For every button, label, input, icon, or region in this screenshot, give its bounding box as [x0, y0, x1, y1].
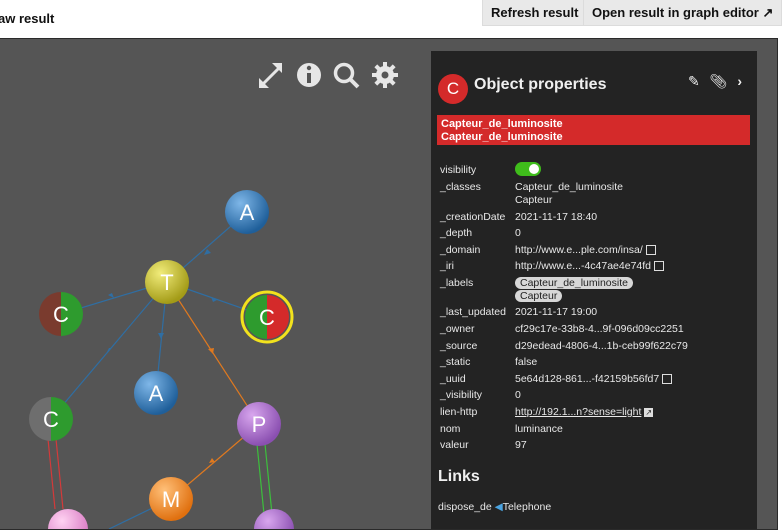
paperclip-icon[interactable]: 📎︎: [710, 73, 728, 89]
prop-val-depth: 0: [515, 227, 521, 239]
prop-val-labels-row-1: Capteur_de_luminosite: [515, 277, 633, 289]
prop-val-source: d29edead-4806-4...1b-ceb99f622c79: [515, 340, 688, 352]
prop-val-lien-http-row: http://192.1...n?sense=light ↗: [515, 406, 654, 418]
prop-val-classes: Capteur_de_luminosite: [515, 181, 623, 193]
link-key: dispose_de: [438, 501, 492, 513]
refresh-result-button[interactable]: Refresh result: [482, 0, 588, 26]
prop-key-valeur: valeur: [440, 439, 469, 451]
external-link-icon: ↗: [762, 5, 774, 20]
graph-node-a2[interactable]: A: [134, 371, 178, 415]
graph-svg: A T C C A C P M: [29, 62, 398, 529]
gear-icon[interactable]: [372, 62, 398, 88]
prop-val-classes-2: Capteur: [515, 194, 553, 206]
copy-icon[interactable]: [662, 374, 673, 385]
node-letter: A: [240, 200, 255, 225]
graph-node-p[interactable]: P: [237, 402, 281, 446]
prop-val-static: false: [515, 356, 538, 368]
search-icon[interactable]: [333, 62, 360, 89]
graph-node-a1[interactable]: A: [225, 190, 269, 234]
graph-node-t[interactable]: T: [145, 260, 189, 304]
prop-val-last-updated: 2021-11-17 19:00: [515, 306, 598, 318]
prop-key-depth: _depth: [440, 227, 473, 239]
edge-p-a: [256, 443, 265, 515]
prop-val-valeur: 97: [515, 439, 527, 451]
node-letter: C: [259, 305, 275, 330]
visibility-toggle[interactable]: [515, 162, 541, 176]
prop-val-nom: luminance: [515, 423, 563, 435]
node-letter: T: [160, 270, 173, 295]
prop-key-domain: _domain: [440, 244, 481, 256]
open-graph-editor-label: Open result in graph editor: [592, 5, 759, 20]
edge-c3-a: [47, 438, 56, 510]
fullscreen-icon[interactable]: [259, 63, 283, 88]
panel-title: Object properties: [474, 76, 607, 93]
prop-key-iri: _iri: [440, 260, 455, 272]
object-label-2: Capteur_de_luminosite: [441, 131, 563, 143]
prop-key-nom: nom: [440, 423, 461, 435]
arrowhead: [204, 249, 211, 255]
graph-node-partial-purple[interactable]: [254, 509, 294, 529]
prop-key-static: _static: [440, 356, 471, 368]
edge-c3-b: [55, 438, 64, 510]
copy-icon[interactable]: [654, 261, 665, 272]
graph-canvas[interactable]: A T C C A C P M: [0, 39, 430, 529]
object-label-banner: Capteur_de_luminosite Capteur_de_luminos…: [437, 115, 750, 145]
prop-val-uuid: 5e64d128-861...-f42159b56fd7: [515, 373, 660, 385]
arrowhead: [208, 348, 214, 354]
graph-node-m[interactable]: M: [149, 477, 193, 521]
prop-key-owner: _owner: [440, 323, 475, 335]
node-letter: P: [252, 412, 267, 437]
prop-key-lien-http: lien-http: [440, 406, 478, 418]
edit-icon[interactable]: ✎: [688, 73, 700, 89]
edge-p-b: [264, 443, 273, 515]
result-frame: A T C C A C P M C Object properties ✎ 📎︎…: [0, 38, 778, 530]
object-type-badge: C: [438, 74, 468, 104]
prop-val-domain: http://www.e...ple.com/insa/: [515, 244, 643, 256]
prop-val-owner: cf29c17e-33b8-4...9f-096d09cc2251: [515, 323, 684, 335]
prop-val-visibility-num: 0: [515, 389, 521, 401]
label-pill: Capteur_de_luminosite: [515, 277, 633, 289]
arrowhead: [158, 333, 164, 339]
graph-node-c2-selected[interactable]: C: [240, 290, 294, 344]
prop-val-labels-row-2: Capteur: [515, 290, 563, 302]
info-icon[interactable]: [297, 63, 321, 87]
graph-node-c1[interactable]: C: [39, 292, 83, 336]
prop-key-classes: _classes: [440, 181, 481, 193]
arrowhead: [108, 293, 114, 298]
node-letter: A: [149, 381, 164, 406]
object-label-1: Capteur_de_luminosite: [441, 118, 563, 130]
panel-actions: ✎ 📎︎ ›: [688, 73, 742, 90]
chevron-right-icon[interactable]: ›: [737, 73, 742, 89]
prop-key-visibility-num: _visibility: [440, 389, 483, 401]
arrow-left-icon: ◀: [494, 501, 503, 513]
prop-key-last-updated: _last_updated: [440, 306, 506, 318]
prop-val-uuid-row: 5e64d128-861...-f42159b56fd7: [515, 373, 673, 385]
node-letter: C: [53, 302, 69, 327]
prop-key-visibility: visibility: [440, 164, 477, 176]
object-properties-panel: C Object properties ✎ 📎︎ › Capteur_de_lu…: [431, 51, 757, 529]
node-letter: C: [43, 407, 59, 432]
lien-http-link[interactable]: http://192.1...n?sense=light: [515, 406, 641, 418]
link-target: Telephone: [502, 501, 552, 513]
prop-val-domain-row: http://www.e...ple.com/insa/: [515, 244, 656, 256]
prop-key-uuid: _uuid: [440, 373, 466, 385]
prop-key-labels: _labels: [440, 277, 474, 289]
copy-icon[interactable]: [645, 245, 656, 256]
external-link-icon[interactable]: ↗: [644, 408, 654, 417]
open-graph-editor-button[interactable]: Open result in graph editor ↗: [583, 0, 783, 26]
page-title: aw result: [0, 11, 55, 26]
prop-val-creationdate: 2021-11-17 18:40: [515, 211, 598, 223]
link-row[interactable]: dispose_de ◀Telephone: [438, 501, 551, 513]
node-letter: M: [162, 487, 180, 512]
label-pill: Capteur: [515, 290, 563, 302]
prop-val-iri-row: http://www.e...-4c47ae4e74fd: [515, 260, 665, 272]
graph-node-c3[interactable]: C: [29, 397, 73, 441]
prop-key-source: _source: [440, 340, 478, 352]
graph-node-partial-pink[interactable]: [48, 509, 88, 529]
prop-key-creationdate: _creationDate: [440, 211, 506, 223]
prop-val-iri: http://www.e...-4c47ae4e74fd: [515, 260, 652, 272]
links-heading: Links: [438, 468, 480, 485]
